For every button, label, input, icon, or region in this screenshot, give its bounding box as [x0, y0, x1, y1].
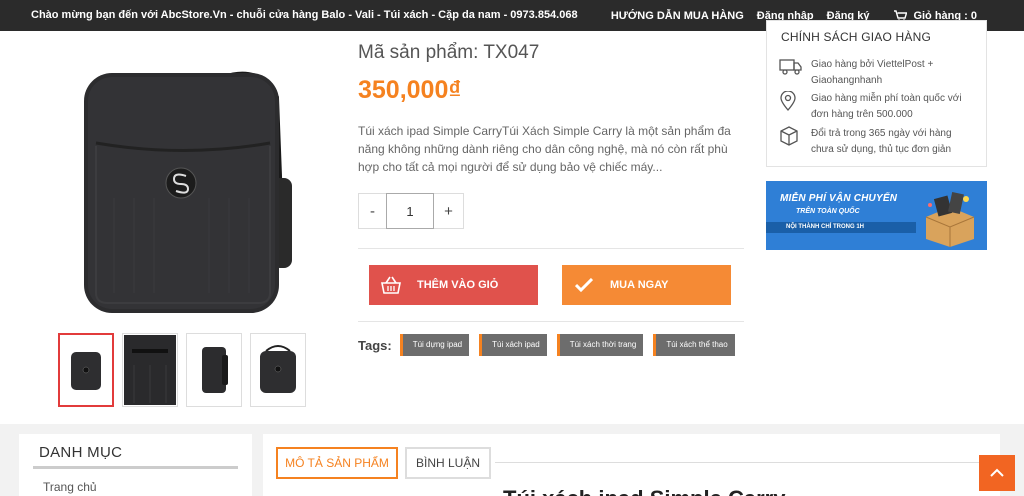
product-main-image[interactable] [74, 68, 304, 320]
thumbnail-2[interactable] [122, 333, 178, 407]
category-sidebar: DANH MỤC Trang chủ [19, 434, 252, 496]
shipping-item: Giao hàng miễn phí toàn quốc với đơn hàn… [779, 90, 971, 123]
tag-list: Tags: Túi dựng ipad Túi xách ipad Túi xá… [358, 334, 745, 356]
location-pin-icon [779, 90, 811, 123]
shipping-item-text: Giao hàng miễn phí toàn quốc với đơn hàn… [811, 93, 962, 120]
buy-now-label: MUA NGAY [610, 279, 669, 291]
thumbnail-strip [58, 333, 314, 407]
shipping-item: Đổi trả trong 365 ngày với hàng chưa sử … [779, 126, 971, 158]
tab-description[interactable]: MÔ TẢ SẢN PHẨM [276, 447, 398, 479]
box-icon [779, 126, 811, 158]
decrease-quantity-button[interactable]: - [358, 193, 386, 229]
banner-subline: TRÊN TOÀN QUỐC [796, 208, 860, 215]
welcome-text: Chào mừng bạn đến với AbcStore.Vn - chuỗ… [31, 9, 578, 21]
banner-headline: MIỄN PHÍ VẬN CHUYỂN [780, 193, 898, 204]
shipping-item: Giao hàng bởi ViettelPost + Giaohangnhan… [779, 57, 971, 89]
divider [358, 248, 744, 249]
shipping-item-text: Đổi trả trong 365 ngày với hàng chưa sử … [811, 128, 952, 155]
divider [358, 321, 744, 322]
thumbnail-3[interactable] [186, 333, 242, 407]
quantity-input[interactable] [386, 193, 434, 229]
product-tabs: MÔ TẢ SẢN PHẨM BÌNH LUẬN Túi xách ipad S… [263, 434, 1000, 496]
shipping-box-illustration [925, 191, 975, 247]
product-description: Túi xách ipad Simple CarryTúi Xách Simpl… [358, 124, 731, 174]
product-sku: Mã sản phẩm: TX047 [358, 42, 540, 63]
tags-label: Tags: [358, 337, 392, 353]
increase-quantity-button[interactable]: + [434, 193, 464, 229]
back-to-top-button[interactable] [979, 455, 1015, 491]
chevron-up-icon [990, 468, 1004, 477]
shipping-item-text: Giao hàng bởi ViettelPost + Giaohangnhan… [811, 59, 934, 86]
category-underline [33, 466, 238, 469]
add-to-cart-button[interactable]: THÊM VÀO GIỎ [369, 265, 538, 305]
tag-item[interactable]: Túi xách thể thao [653, 334, 735, 356]
basket-icon [369, 276, 413, 294]
tag-item[interactable]: Túi dựng ipad [399, 334, 470, 356]
tab-comments[interactable]: BÌNH LUẬN [405, 447, 491, 479]
tag-item[interactable]: Túi xách thời trang [556, 334, 644, 356]
guide-link[interactable]: HƯỚNG DẪN MUA HÀNG [611, 10, 744, 22]
free-shipping-banner[interactable]: MIỄN PHÍ VẬN CHUYỂN TRÊN TOÀN QUỐC NỘI T… [766, 181, 987, 250]
thumbnail-1[interactable] [58, 333, 114, 407]
quantity-stepper: - + [358, 193, 464, 229]
truck-icon [779, 57, 811, 89]
banner-strip: NỘI THÀNH CHỈ TRONG 1H [766, 222, 916, 233]
category-title: DANH MỤC [39, 444, 123, 461]
add-to-cart-label: THÊM VÀO GIỎ [417, 279, 499, 291]
sidebar-item-home[interactable]: Trang chủ [43, 480, 97, 494]
description-heading: Túi xách ipad Simple Carry [503, 486, 785, 496]
shipping-policy-box: CHÍNH SÁCH GIAO HÀNG Giao hàng bởi Viett… [766, 20, 987, 167]
buy-now-button[interactable]: MUA NGAY [562, 265, 731, 305]
checkmark-icon [562, 278, 606, 292]
tab-divider [495, 462, 1000, 463]
thumbnail-4[interactable] [250, 333, 306, 407]
product-price: 350,000₫ [358, 76, 462, 104]
shipping-policy-title: CHÍNH SÁCH GIAO HÀNG [781, 30, 932, 44]
tag-item[interactable]: Túi xách ipad [479, 334, 547, 356]
